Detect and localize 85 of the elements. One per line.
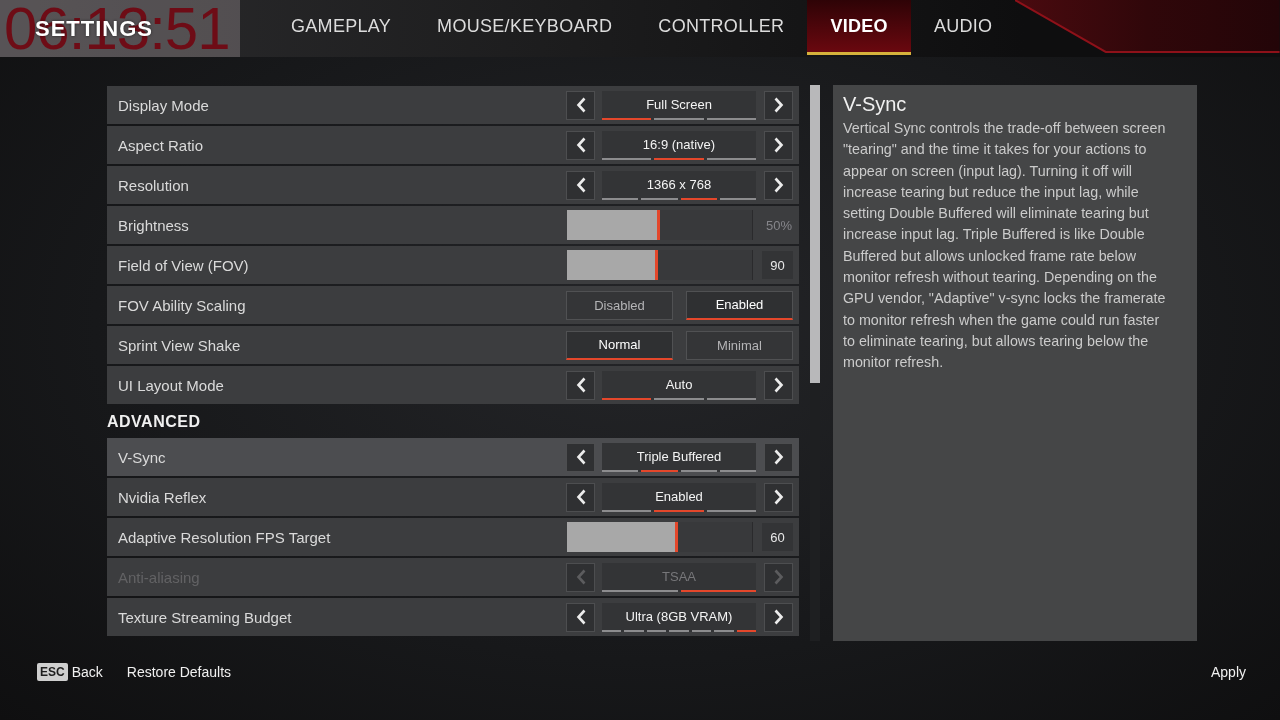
- next-button[interactable]: [764, 90, 793, 120]
- setting-label: Display Mode: [118, 96, 209, 114]
- chevron-right-icon: [773, 377, 784, 393]
- option-selector[interactable]: Triple Buffered: [602, 442, 756, 472]
- setting-label: FOV Ability Scaling: [118, 296, 246, 314]
- setting-label: Brightness: [118, 216, 189, 234]
- apply-button[interactable]: Apply: [1210, 664, 1246, 680]
- setting-label: Sprint View Shake: [118, 336, 241, 354]
- setting-label: V-Sync: [118, 448, 166, 466]
- setting-row[interactable]: Texture Streaming Budget Ultra (8GB VRAM): [107, 598, 799, 636]
- tab[interactable]: AUDIO: [910, 0, 1016, 55]
- setting-row[interactable]: Sprint View Shake Normal Minimal: [107, 326, 799, 364]
- option-selector[interactable]: Ultra (8GB VRAM): [602, 602, 756, 632]
- setting-row[interactable]: Resolution 1366 x 768: [107, 166, 799, 204]
- setting-row[interactable]: V-Sync Triple Buffered: [107, 438, 799, 476]
- setting-label: Texture Streaming Budget: [118, 608, 292, 626]
- option-selector[interactable]: 1366 x 768: [602, 170, 756, 200]
- chevron-left-icon: [575, 489, 586, 505]
- esc-key-badge: ESC: [37, 663, 68, 681]
- setting-label: Resolution: [118, 176, 189, 194]
- setting-row[interactable]: Field of View (FOV) 90: [107, 246, 799, 284]
- chevron-left-icon: [575, 569, 586, 585]
- option-button[interactable]: Disabled: [566, 290, 673, 320]
- chevron-right-icon: [773, 137, 784, 153]
- slider-track[interactable]: [567, 250, 753, 280]
- previous-button[interactable]: [566, 370, 595, 400]
- chevron-right-icon: [773, 489, 784, 505]
- previous-button[interactable]: [566, 482, 595, 512]
- section-heading: ADVANCED: [107, 413, 201, 431]
- option-selector[interactable]: Full Screen: [602, 90, 756, 120]
- restore-defaults-button[interactable]: Restore Defaults: [126, 664, 232, 680]
- next-button[interactable]: [764, 442, 793, 472]
- next-button[interactable]: [764, 602, 793, 632]
- chevron-right-icon: [773, 609, 784, 625]
- option-button[interactable]: Enabled: [686, 290, 793, 320]
- tab[interactable]: CONTROLLER: [635, 0, 808, 55]
- chevron-right-icon: [773, 569, 784, 585]
- slider-track[interactable]: [567, 522, 753, 552]
- next-button[interactable]: [764, 170, 793, 200]
- option-selector[interactable]: Enabled: [602, 482, 756, 512]
- next-button[interactable]: [764, 370, 793, 400]
- setting-row[interactable]: Brightness 50%: [107, 206, 799, 244]
- setting-row[interactable]: Display Mode Full Screen: [107, 86, 799, 124]
- setting-row[interactable]: UI Layout Mode Auto: [107, 366, 799, 404]
- description-title: V-Sync: [843, 93, 908, 116]
- setting-row[interactable]: FOV Ability Scaling Disabled Enabled: [107, 286, 799, 324]
- back-button[interactable]: Back: [71, 664, 103, 680]
- setting-row[interactable]: Aspect Ratio 16:9 (native): [107, 126, 799, 164]
- next-button[interactable]: [764, 482, 793, 512]
- chevron-left-icon: [575, 177, 586, 193]
- setting-label: UI Layout Mode: [118, 376, 224, 394]
- scrollbar-thumb[interactable]: [810, 85, 820, 383]
- tab[interactable]: MOUSE/KEYBOARD: [414, 0, 636, 55]
- chevron-left-icon: [575, 137, 586, 153]
- option-button[interactable]: Normal: [566, 330, 673, 360]
- tab[interactable]: VIDEO: [807, 0, 911, 55]
- previous-button[interactable]: [566, 442, 595, 472]
- chevron-left-icon: [575, 449, 586, 465]
- previous-button[interactable]: [566, 170, 595, 200]
- setting-label: Adaptive Resolution FPS Target: [118, 528, 331, 546]
- setting-row[interactable]: Nvidia Reflex Enabled: [107, 478, 799, 516]
- next-button[interactable]: [764, 130, 793, 160]
- slider-value: 50%: [765, 217, 793, 233]
- setting-label: Field of View (FOV): [118, 256, 249, 274]
- setting-label: Nvidia Reflex: [118, 488, 207, 506]
- option-button[interactable]: Minimal: [686, 330, 793, 360]
- chevron-right-icon: [773, 97, 784, 113]
- value-field[interactable]: 90: [762, 251, 793, 279]
- option-selector[interactable]: 16:9 (native): [602, 130, 756, 160]
- previous-button[interactable]: [566, 90, 595, 120]
- option-selector[interactable]: Auto: [602, 370, 756, 400]
- chevron-left-icon: [575, 609, 586, 625]
- chevron-left-icon: [575, 377, 586, 393]
- chevron-right-icon: [773, 449, 784, 465]
- previous-button[interactable]: [566, 602, 595, 632]
- tab[interactable]: GAMEPLAY: [268, 0, 415, 55]
- scrollbar-track[interactable]: [810, 85, 820, 641]
- setting-label: Aspect Ratio: [118, 136, 204, 154]
- chevron-left-icon: [575, 97, 586, 113]
- description-text: Vertical Sync controls the trade-off between screen "tearing" and the time it takes for your actions to appear on screen (input lag). Turning it off will increase tearing but reduce the input lag, while setting Double Buffered will eliminate tearing but increase input lag. Triple Buffered is like Double Buffered but allows unlocked frame rate below monitor refresh without tearing. Depending on the GPU vendor, "Adaptive" v-sync locks the framerate to monitor refresh when the game could run faster to eliminate tearing, but allows tearing below the monitor refresh.: [843, 119, 1167, 373]
- setting-row[interactable]: Adaptive Resolution FPS Target 60: [107, 518, 799, 556]
- slider-track[interactable]: [567, 210, 753, 240]
- chevron-right-icon: [773, 177, 784, 193]
- previous-button[interactable]: [566, 130, 595, 160]
- value-field[interactable]: 60: [762, 523, 793, 551]
